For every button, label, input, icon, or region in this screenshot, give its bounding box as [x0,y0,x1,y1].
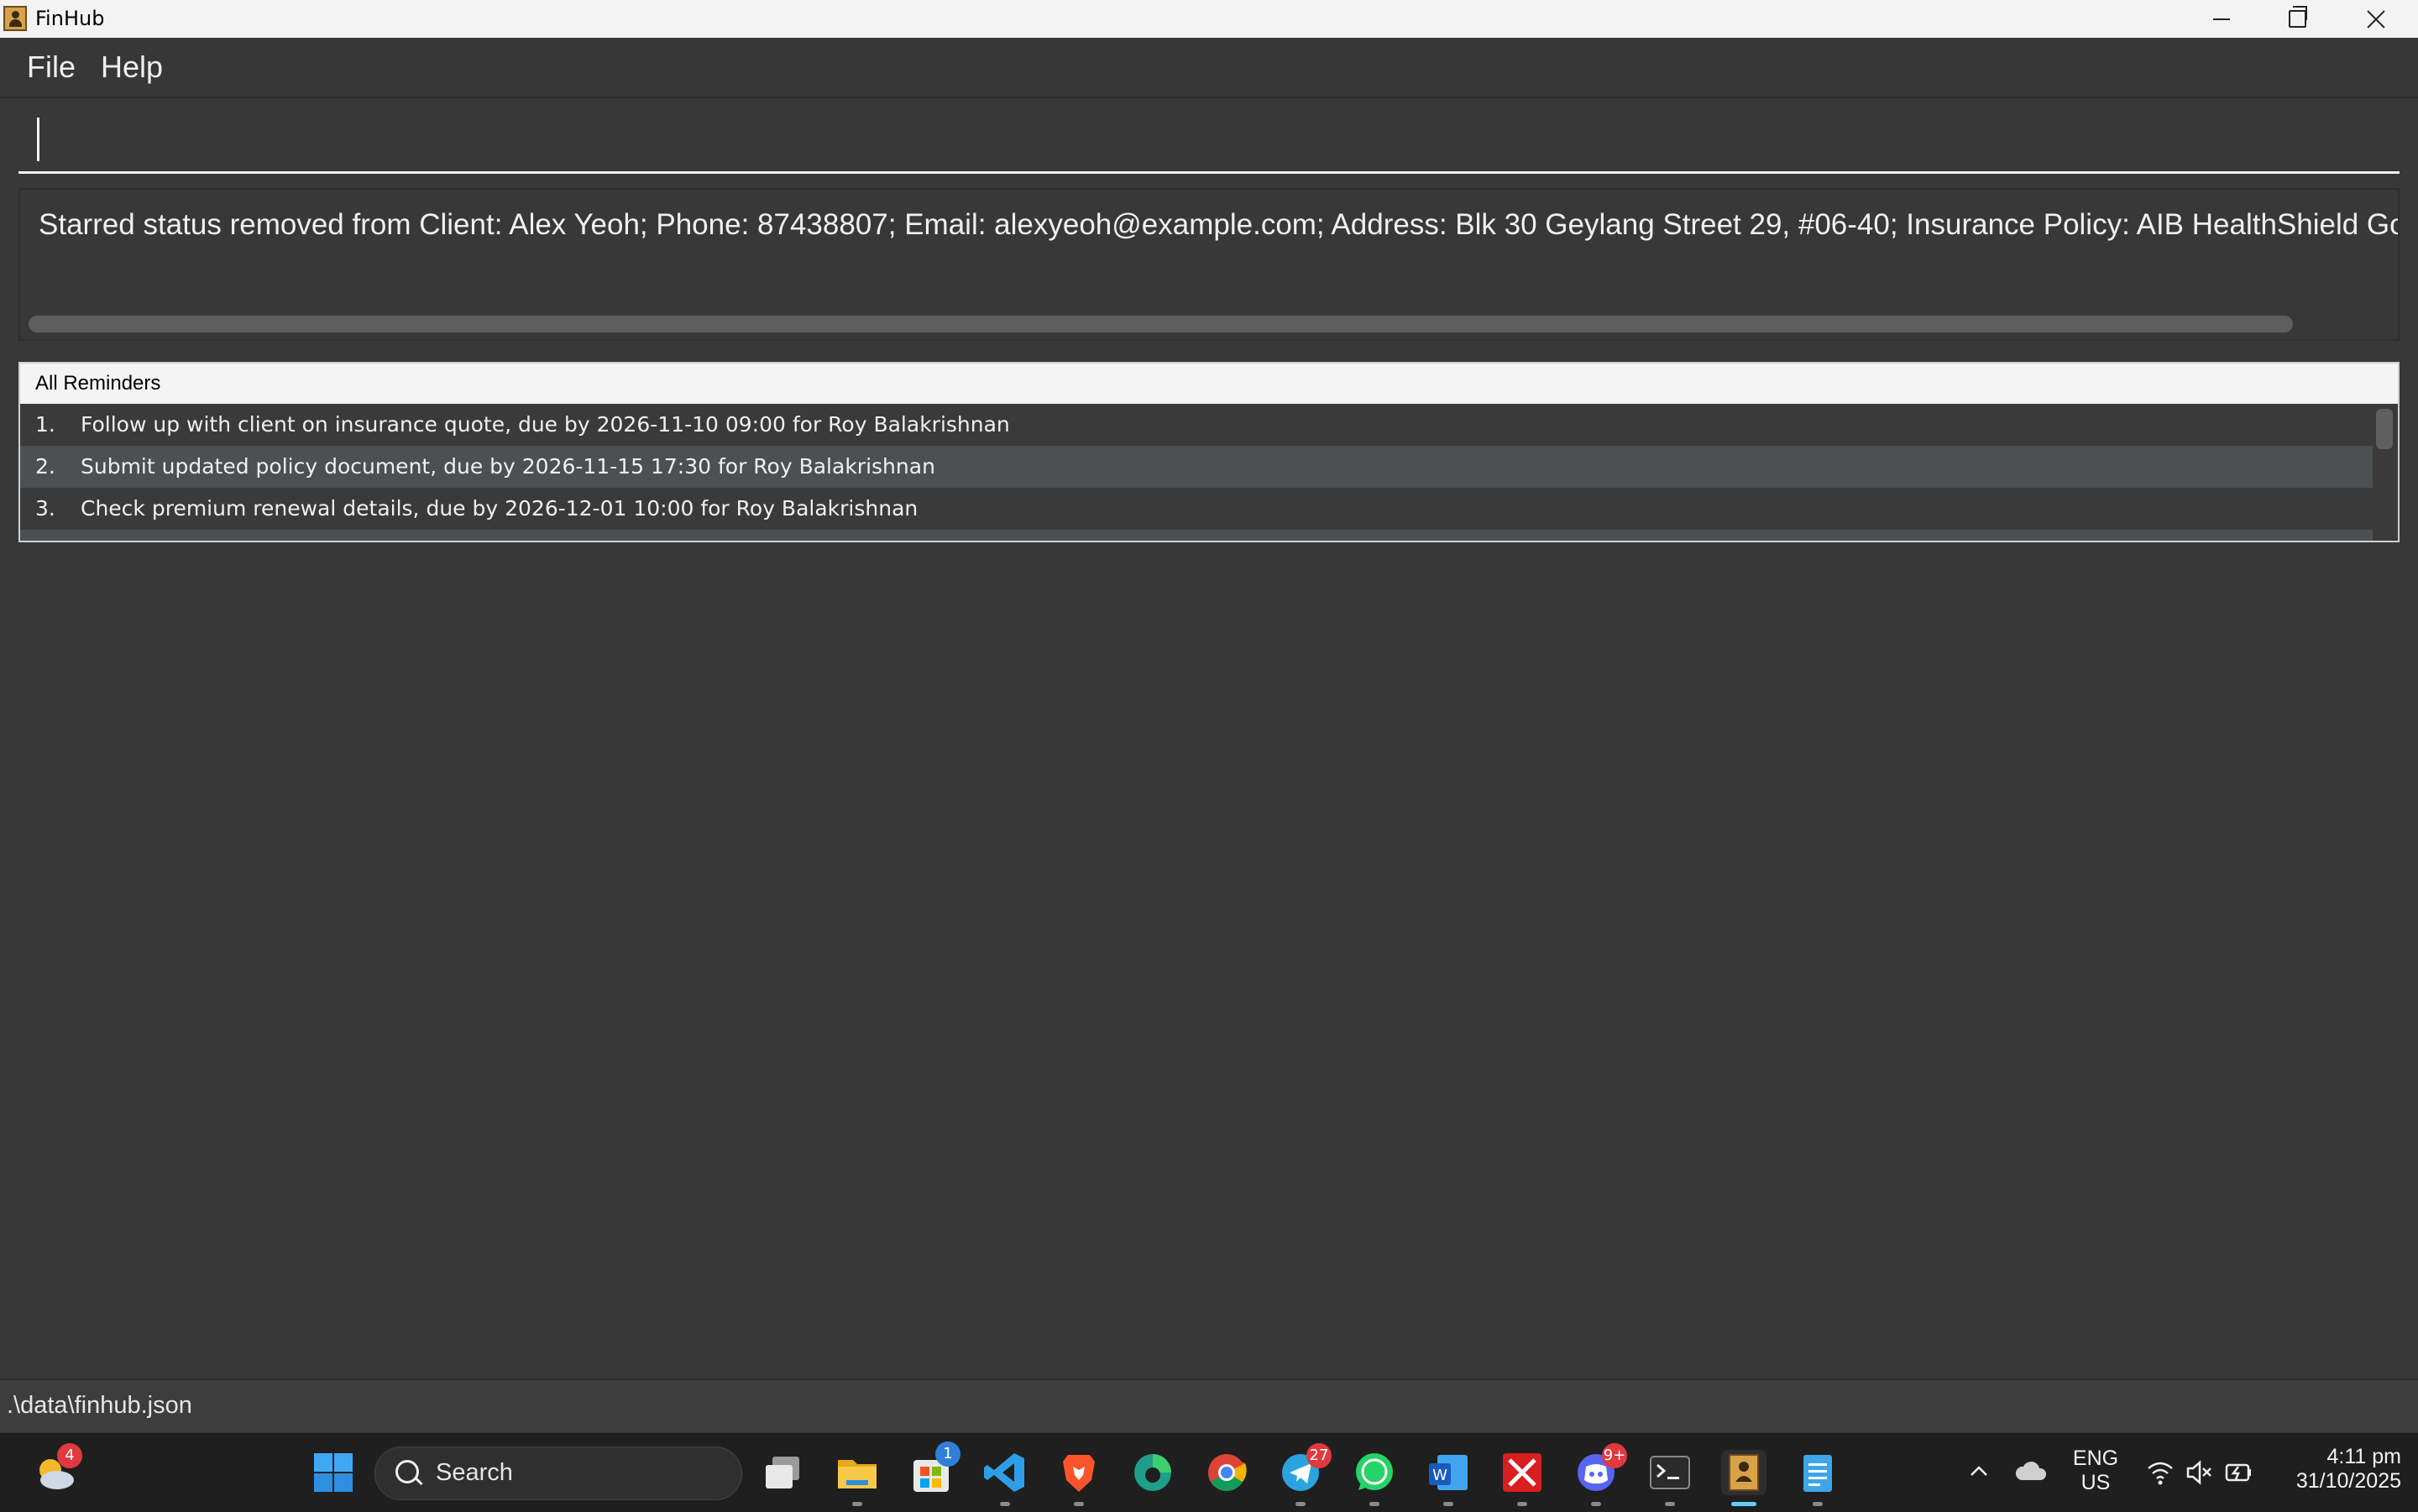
chevron-up-icon[interactable] [1968,1460,1990,1482]
status-bar: .\data\finhub.json [0,1379,2418,1432]
taskbar-search[interactable]: Search [374,1447,742,1500]
search-label: Search [436,1459,513,1486]
notepad-icon[interactable] [1795,1450,1840,1495]
store-badge: 1 [935,1441,960,1467]
result-message: Starred status removed from Client: Alex… [39,208,2400,241]
reminders-list: 1. Follow up with client on insurance qu… [20,404,2374,541]
app-contact-icon [3,6,27,31]
chrome-icon[interactable] [1204,1450,1249,1495]
reminder-item-partial[interactable] [20,530,2374,541]
clock[interactable]: 4:11 pm 31/10/2025 [2267,1445,2401,1494]
brave-indicator [1074,1502,1084,1506]
pdf-editor-icon[interactable] [1499,1450,1545,1495]
language-indicator[interactable]: ENG US [2070,1447,2121,1495]
reminder-text: Follow up with client on insurance quote… [81,412,1010,437]
telegram-icon[interactable]: 27 [1278,1443,1332,1495]
reminder-text: Check premium renewal details, due by 20… [81,496,919,521]
edge-icon[interactable] [1130,1450,1175,1495]
clock-date: 31/10/2025 [2295,1469,2401,1493]
close-icon [2366,9,2386,29]
minimize-button[interactable] [2183,0,2260,38]
vscode-indicator [1000,1502,1010,1506]
menu-bar: File Help [0,38,2418,98]
taskbar: 4 Search 1 27 W 9+ ENG US 4:11 pm 31/10/… [0,1432,2418,1512]
reminders-panel: All Reminders 1. Follow up with client o… [18,362,2400,542]
weather-icon[interactable]: 4 [32,1443,82,1495]
vertical-scrollbar[interactable] [2373,404,2398,541]
terminal-icon[interactable] [1647,1450,1693,1495]
telegram-badge: 27 [1306,1443,1332,1468]
svg-text:W: W [1432,1467,1447,1484]
minimize-icon [2213,18,2230,20]
text-caret [37,118,39,161]
restore-icon [2288,6,2307,28]
restore-button[interactable] [2258,0,2336,38]
onedrive-cloud-icon[interactable] [2015,1458,2049,1483]
task-view-icon[interactable] [761,1450,806,1495]
vscode-icon[interactable] [982,1450,1028,1495]
whatsapp-indicator [1369,1502,1379,1506]
start-icon[interactable] [311,1450,356,1495]
window-title: FinHub [35,7,105,30]
horizontal-scrollbar[interactable] [29,316,2388,332]
whatsapp-icon[interactable] [1352,1450,1397,1495]
command-box[interactable] [18,107,2400,174]
reminder-text: Submit updated policy document, due by 2… [81,454,935,479]
reminder-item[interactable]: 2. Submit updated policy document, due b… [20,446,2374,488]
word-icon[interactable]: W [1426,1450,1471,1495]
close-button[interactable] [2337,0,2415,38]
result-display: Starred status removed from Client: Alex… [18,188,2400,341]
reminder-index: 2. [35,454,55,479]
reminder-index: 3. [35,496,55,521]
command-input[interactable] [44,116,2381,165]
battery-charging-icon[interactable] [2223,1458,2253,1487]
title-bar: FinHub [0,0,2418,38]
horizontal-scroll-thumb[interactable] [29,316,2293,332]
pdf-editor-indicator [1517,1502,1527,1506]
notepad-indicator [1813,1502,1823,1506]
terminal-indicator [1665,1502,1675,1506]
menu-help[interactable]: Help [101,50,163,85]
search-icon [395,1460,419,1483]
file-explorer-indicator [852,1502,862,1506]
file-explorer-icon[interactable] [835,1450,880,1495]
telegram-indicator [1295,1502,1306,1506]
finhub-taskbar-icon[interactable] [1721,1450,1766,1495]
discord-icon[interactable]: 9+ [1573,1443,1627,1495]
brave-icon[interactable] [1056,1450,1102,1495]
discord-indicator [1591,1502,1601,1506]
menu-file[interactable]: File [27,50,76,85]
finhub-indicator [1731,1502,1756,1506]
store-icon[interactable]: 1 [908,1441,960,1495]
wifi-icon[interactable] [2146,1458,2175,1487]
vertical-scroll-thumb[interactable] [2376,409,2393,449]
reminder-item[interactable]: 3. Check premium renewal details, due by… [20,488,2374,530]
language-top: ENG [2072,1447,2119,1470]
language-bottom: US [2080,1471,2111,1494]
reminders-header: All Reminders [20,364,2398,404]
reminder-index: 1. [35,412,55,437]
speaker-muted-icon[interactable] [2185,1458,2213,1487]
discord-badge: 9+ [1602,1443,1627,1468]
weather-badge: 4 [57,1443,82,1468]
data-file-path: .\data\finhub.json [7,1392,192,1419]
clock-time: 4:11 pm [2326,1445,2401,1468]
reminder-item[interactable]: 1. Follow up with client on insurance qu… [20,404,2374,446]
word-indicator [1443,1502,1453,1506]
